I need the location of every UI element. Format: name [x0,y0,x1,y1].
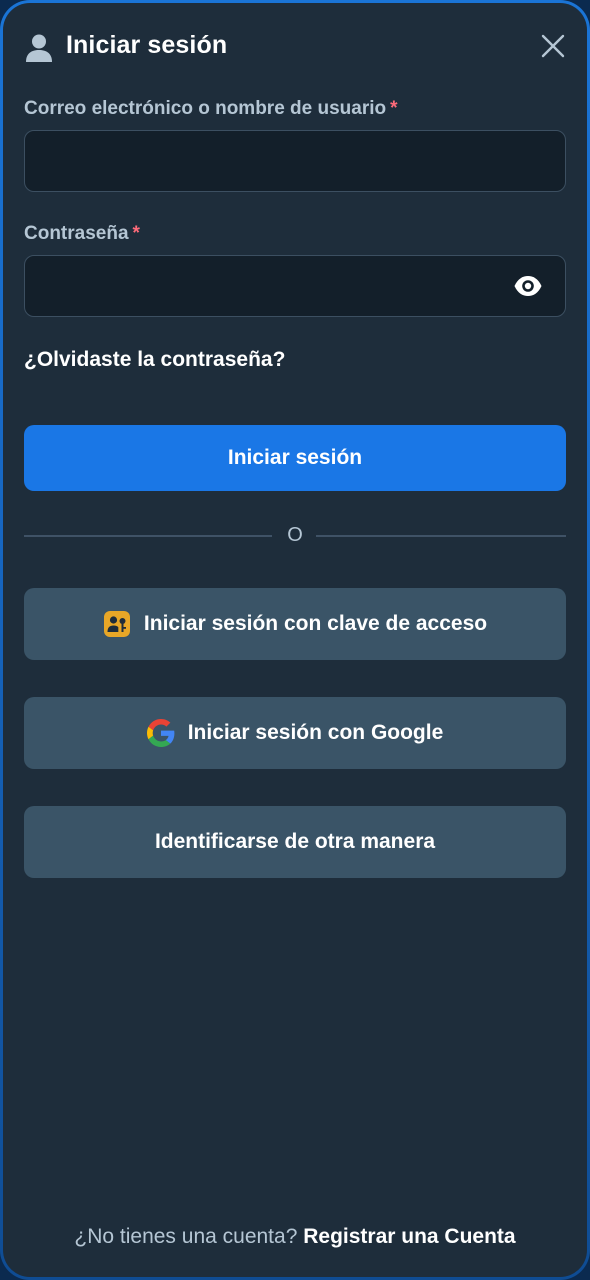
other-login-button[interactable]: Identificarse de otra manera [24,806,566,878]
eye-icon[interactable] [513,274,543,298]
passkey-icon [103,611,130,637]
or-divider: O [24,521,566,551]
divider-line-right [316,535,566,537]
username-field[interactable] [25,131,565,191]
login-dialog-frame: Iniciar sesión Correo electrónico o nomb… [0,0,590,1280]
passkey-login-button[interactable]: Iniciar sesión con clave de acceso [24,588,566,660]
google-icon [146,719,175,747]
register-link[interactable]: Registrar una Cuenta [303,1225,515,1248]
signup-prompt: ¿No tienes una cuenta? Registrar una Cue… [3,1225,587,1249]
login-button[interactable]: Iniciar sesión [24,425,566,491]
signup-prompt-text: ¿No tienes una cuenta? [74,1225,298,1248]
other-login-label: Identificarse de otra manera [154,830,436,853]
user-icon [26,34,52,62]
required-mark: * [132,223,140,244]
google-login-button[interactable]: Iniciar sesión con Google [24,697,566,769]
password-field-wrapper [24,255,566,317]
forgot-password-link[interactable]: ¿Olvidaste la contraseña? [24,348,285,372]
google-login-label: Iniciar sesión con Google [187,721,444,744]
dialog-header: Iniciar sesión [24,29,566,69]
username-label: Correo electrónico o nombre de usuario * [24,98,398,120]
close-icon[interactable] [540,33,566,59]
password-field[interactable] [25,256,565,316]
dialog-title: Iniciar sesión [66,31,228,59]
username-label-text: Correo electrónico o nombre de usuario [24,98,387,119]
login-dialog: Iniciar sesión Correo electrónico o nomb… [3,3,587,1277]
passkey-login-label: Iniciar sesión con clave de acceso [143,612,488,635]
password-label-text: Contraseña [24,223,129,244]
password-label: Contraseña * [24,223,140,245]
username-field-wrapper [24,130,566,192]
required-mark: * [390,98,398,119]
